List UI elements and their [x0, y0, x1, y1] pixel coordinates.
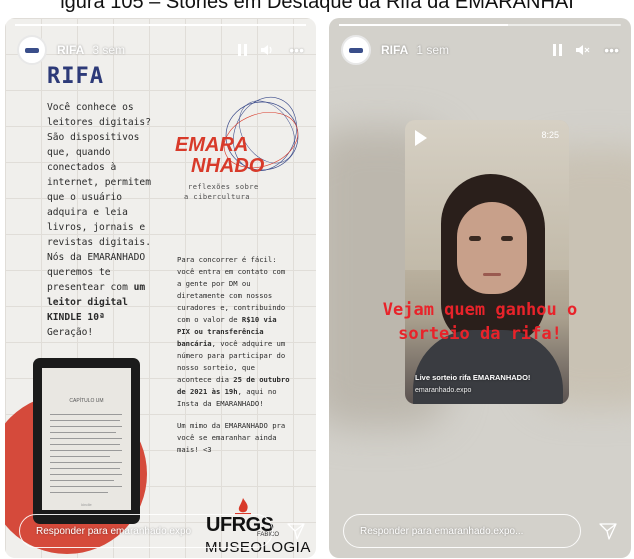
story-title: RIFA [47, 64, 104, 89]
how-to-line: nosso sorteio, que [177, 363, 255, 372]
intro-line: livros, jornais e [47, 222, 146, 233]
pause-icon[interactable] [238, 44, 248, 56]
intro-line: leitores digitais? [47, 117, 151, 128]
muted-icon[interactable] [576, 44, 590, 56]
story-header: RIFA 3 sem ••• [17, 32, 304, 68]
intro-line: queremos te [47, 267, 111, 278]
mimo-line: mais! <3 [177, 445, 212, 454]
send-icon[interactable] [287, 522, 305, 540]
how-to-line: diretamente com nossos [177, 291, 273, 300]
story-username[interactable]: RIFA [381, 43, 408, 57]
video-duration: 8:25 [541, 130, 559, 140]
person-face [457, 202, 527, 294]
story-right[interactable]: RIFA 1 sem ••• 8:25 Live sorteio rifa EM… [329, 18, 631, 558]
story-header: RIFA 1 sem ••• [341, 32, 619, 68]
how-to-line: você entra em contato com [177, 267, 286, 276]
how-to-line: de 2021 às 19h, aqui no [177, 387, 277, 396]
logo-tagline: a cibercultura [184, 193, 251, 201]
person-eye [501, 236, 513, 241]
intro-line: KINDLE 10ª [47, 312, 105, 323]
intro-text: Você conhece os leitores digitais? São d… [47, 100, 165, 340]
story-time: 1 sem [416, 43, 450, 57]
logo-wordmark-bottom: NHADO [191, 155, 265, 177]
volume-icon[interactable] [261, 44, 275, 56]
kindle-image: CAPÍTULO UM kindle [33, 358, 140, 524]
intro-line: São dispositivos [47, 132, 140, 143]
intro-line: Nós da EMARANHADO [47, 252, 146, 263]
story-time: 3 sem [92, 43, 126, 57]
kindle-brand: kindle [81, 502, 92, 507]
how-to-line: Insta da EMARANHADO! [177, 399, 264, 408]
pause-icon[interactable] [553, 44, 563, 56]
how-to-line: bancária, você adquire um [177, 339, 286, 348]
story-left[interactable]: RIFA 3 sem ••• RIFA Você conhece os leit… [5, 18, 316, 558]
logo-wordmark-top: EMARA [175, 134, 249, 156]
reply-input[interactable]: Responder para emaranhado.expo... [343, 514, 581, 548]
video-caption: Live sorteio rifa EMARANHADO! [415, 373, 531, 382]
intro-line: presentear com um [47, 282, 146, 293]
overlay-text-line1: Vejam quem ganhou o [382, 300, 578, 320]
how-to-line: Para concorrer é fácil: [177, 255, 277, 264]
intro-line: revistas digitais. [47, 237, 151, 248]
more-icon[interactable]: ••• [604, 43, 619, 57]
send-icon[interactable] [599, 522, 617, 540]
avatar[interactable] [341, 35, 371, 65]
how-to-line: PIX ou transferência [177, 327, 264, 336]
video-thumbnail[interactable]: 8:25 Live sorteio rifa EMARANHADO! emara… [405, 120, 569, 404]
intro-line: Geração! [47, 327, 94, 338]
intro-line: Você conhece os [47, 102, 134, 113]
story-progress-bar [15, 24, 306, 26]
how-to-line: com o valor de R$10 via [177, 315, 277, 324]
how-to-text: Para concorrer é fácil: você entra em co… [177, 254, 309, 410]
mimo-line: Um mimo da EMARANHADO pra [177, 421, 286, 430]
mimo-text: Um mimo da EMARANHADO pra você se emaran… [177, 420, 309, 456]
person-eye [469, 236, 481, 241]
how-to-line: a gente por DM ou [177, 279, 251, 288]
person-mouth [483, 273, 501, 276]
intro-line: internet, permitem [47, 177, 151, 188]
reply-input[interactable]: Responder para emaranhado.expo [19, 514, 273, 548]
play-icon[interactable] [415, 130, 427, 146]
how-to-line: número para participar do [177, 351, 286, 360]
intro-line: leitor digital [47, 297, 128, 308]
intro-line: adquira e leia [47, 207, 128, 218]
overlay-text-line2: sorteio da rifa! [398, 324, 562, 344]
avatar[interactable] [17, 35, 47, 65]
kindle-chapter-title: CAPÍTULO UM [69, 398, 104, 404]
logo-tagline: reflexões sobre [188, 183, 259, 191]
video-account[interactable]: emaranhado.expo [415, 387, 471, 394]
figure-caption: igura 105 – Stories em Destaque da Rifa … [60, 0, 574, 13]
intro-line: conectados à [47, 162, 117, 173]
how-to-line: curadores e, contribuindo [177, 303, 286, 312]
mimo-line: você se emaranhar ainda [177, 433, 277, 442]
intro-line: que, quando [47, 147, 111, 158]
story-username[interactable]: RIFA [57, 43, 84, 57]
intro-line: que o usuário [47, 192, 123, 203]
more-icon[interactable]: ••• [289, 43, 304, 57]
kindle-screen: CAPÍTULO UM kindle [42, 368, 131, 510]
how-to-line: acontece dia 25 de outubro [177, 375, 290, 384]
story-progress-bar [339, 24, 621, 26]
